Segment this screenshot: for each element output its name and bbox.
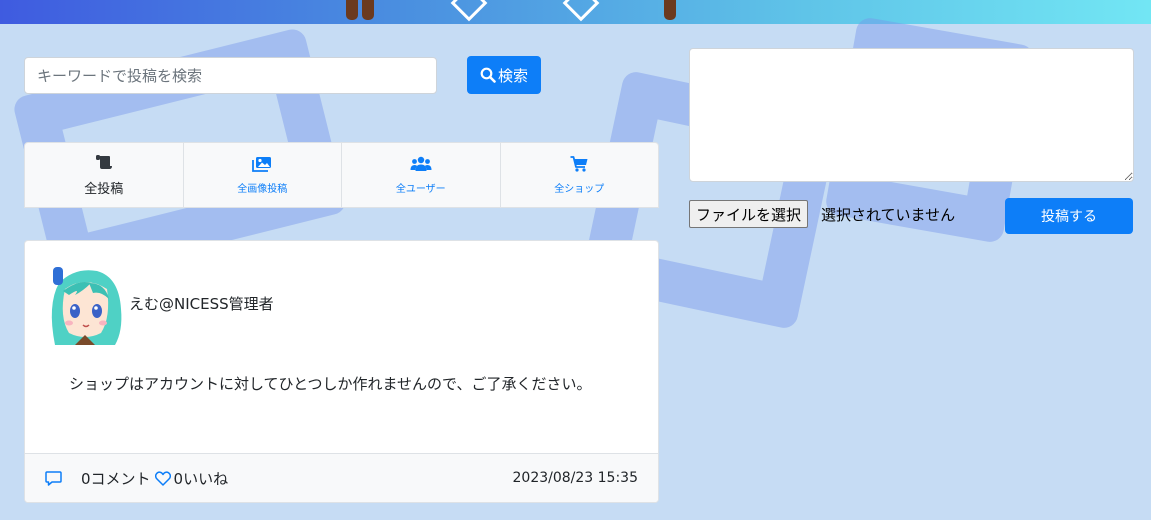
search-button[interactable]: 検索 [467, 56, 541, 94]
post-author-name[interactable]: えむ@NICESS管理者 [129, 293, 274, 314]
like-count: 0いいね [173, 469, 229, 488]
post-filter-tabs: 全投稿 全画像投稿 全ユーザー 全ショップ [24, 142, 659, 208]
comment-count: 0コメント [81, 469, 151, 488]
submit-post-button[interactable]: 投稿する [1005, 198, 1133, 234]
compose-textarea[interactable] [689, 48, 1134, 182]
banner-diamond-icon [562, 0, 600, 22]
post-reactions: 0コメント 0いいね [45, 468, 228, 489]
comment-button[interactable]: 0コメント [45, 468, 151, 489]
tab-label: 全投稿 [84, 181, 124, 197]
tab-all-shops[interactable]: 全ショップ [501, 143, 659, 207]
tab-all-users[interactable]: 全ユーザー [342, 143, 501, 207]
file-status: 選択されていません [821, 206, 956, 224]
avatar[interactable] [45, 265, 125, 345]
images-icon [252, 156, 272, 172]
tab-all-images[interactable]: 全画像投稿 [184, 143, 342, 207]
scroll-icon [95, 154, 112, 169]
search-button-label: 検索 [497, 66, 528, 85]
post-footer: 0コメント 0いいね 2023/08/23 15:35 [25, 453, 658, 502]
file-select-button[interactable]: ファイルを選択 [689, 200, 809, 228]
search-icon [480, 67, 496, 83]
banner-character-leg [346, 0, 358, 20]
users-icon [410, 156, 432, 171]
search-input[interactable] [24, 57, 437, 94]
top-banner [0, 0, 1151, 24]
tab-label: 全画像投稿 [237, 183, 288, 195]
banner-character-leg [664, 0, 676, 20]
banner-diamond-icon [450, 0, 488, 22]
tab-label: 全ユーザー [395, 183, 446, 195]
comment-icon [45, 470, 62, 486]
tab-label: 全ショップ [554, 183, 605, 195]
post-body: ショップはアカウントに対してひとつしか作れませんので、ご了承ください。 [69, 375, 592, 393]
like-button[interactable]: 0いいね [154, 468, 229, 489]
heart-icon [154, 470, 171, 486]
cart-icon [570, 155, 588, 172]
banner-character-leg [362, 0, 374, 20]
tab-all-posts[interactable]: 全投稿 [25, 143, 184, 207]
avatar-character-illustration [45, 265, 125, 345]
post-timestamp: 2023/08/23 15:35 [512, 470, 639, 486]
post-card: えむ@NICESS管理者 ショップはアカウントに対してひとつしか作れませんので、… [24, 240, 659, 503]
